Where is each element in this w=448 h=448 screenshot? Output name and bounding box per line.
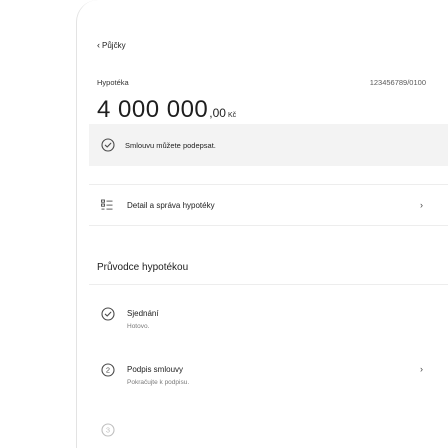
step-pending: 3 — [89, 417, 448, 447]
check-circle-icon — [101, 307, 115, 321]
detail-label: Detail a správa hypotéky — [127, 200, 215, 210]
guide-title: Průvodce hypotékou — [97, 262, 189, 273]
chevron-right-icon: › — [420, 200, 423, 210]
step-sjednani: Sjednání Hotovo. — [89, 303, 448, 343]
svg-text:2: 2 — [106, 366, 110, 375]
guide-steps: Sjednání Hotovo. 2 Podpis smlouvy Pokrač… — [89, 284, 448, 448]
chevron-left-icon: ‹ — [97, 40, 100, 50]
sign-notice-banner: Smlouvu můžete podepsat. — [89, 124, 448, 166]
back-button[interactable]: ‹ Půjčky — [97, 40, 126, 51]
amount-currency: Kč — [227, 112, 237, 119]
step-subtitle: Pokračujte k podpisu. — [127, 379, 190, 386]
step-podpis-smlouvy[interactable]: 2 Podpis smlouvy Pokračujte k podpisu. › — [89, 359, 448, 399]
back-label: Půjčky — [102, 41, 126, 50]
loan-type-label: Hypotéka — [97, 78, 129, 87]
number-3-circle-icon: 3 — [101, 423, 115, 437]
loan-amount: 4 000 000 ,00 Kč — [97, 96, 236, 124]
svg-text:3: 3 — [106, 426, 110, 435]
check-circle-icon — [101, 138, 115, 152]
step-subtitle: Hotovo. — [127, 323, 150, 330]
amount-decimals: ,00 — [209, 106, 226, 120]
amount-main: 4 000 000 — [97, 96, 209, 123]
loan-account-number: 123456789/0100 — [369, 78, 426, 87]
list-icon — [101, 199, 113, 210]
chevron-right-icon: › — [420, 364, 423, 374]
step-title: Podpis smlouvy — [127, 365, 184, 374]
number-2-circle-icon: 2 — [101, 363, 115, 377]
screen: ‹ Půjčky Hypotéka 123456789/0100 4 000 0… — [89, 0, 448, 448]
phone-frame: ‹ Půjčky Hypotéka 123456789/0100 4 000 0… — [76, 0, 448, 448]
mortgage-detail-link[interactable]: Detail a správa hypotéky › — [89, 184, 448, 226]
step-title: Sjednání — [127, 309, 159, 318]
notice-text: Smlouvu můžete podepsat. — [125, 140, 216, 150]
